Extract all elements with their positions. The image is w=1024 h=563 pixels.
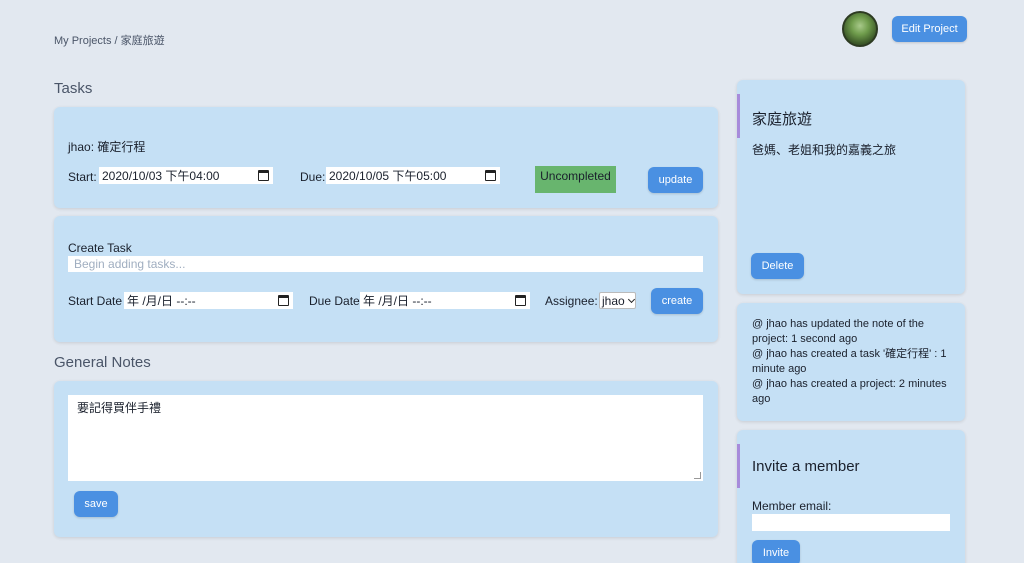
activity-item: @ jhao has created a project: 2 minutes … (752, 378, 947, 405)
due-date-value: 年 /月/日 --:-- (363, 294, 432, 308)
chevron-down-icon (627, 295, 635, 303)
project-info-card: 家庭旅遊 爸媽、老姐和我的嘉義之旅 Delete (737, 80, 965, 294)
project-description: 爸媽、老姐和我的嘉義之旅 (752, 143, 897, 157)
task-title: jhao: 確定行程 (68, 140, 146, 154)
new-task-placeholder: Begin adding tasks... (74, 257, 186, 271)
project-name: 家庭旅遊 (752, 111, 813, 128)
task-due-value: 2020/10/05 下午05:00 (329, 169, 447, 183)
member-email-input[interactable] (752, 514, 950, 531)
delete-button[interactable]: Delete (751, 253, 804, 279)
due-date-input[interactable]: 年 /月/日 --:-- (360, 292, 530, 309)
assignee-select[interactable]: jhao (599, 292, 636, 309)
task-due-input[interactable]: 2020/10/05 下午05:00 (326, 167, 500, 184)
save-button[interactable]: save (74, 491, 118, 517)
activity-item: @ jhao has created a task '確定行程' : 1 min… (752, 348, 947, 375)
create-button[interactable]: create (651, 288, 703, 314)
notes-content: 要記得買伴手禮 (77, 401, 162, 415)
calendar-icon[interactable] (278, 295, 289, 306)
task-start-value: 2020/10/03 下午04:00 (102, 169, 220, 183)
tasks-section-title: Tasks (54, 80, 93, 97)
notes-section-title: General Notes (54, 354, 151, 371)
update-button[interactable]: update (648, 167, 703, 193)
breadcrumb[interactable]: My Projects / 家庭旅遊 (54, 32, 165, 48)
member-email-label: Member email: (752, 499, 832, 513)
assignee-value: jhao (602, 293, 625, 308)
status-badge[interactable]: Uncompleted (535, 166, 616, 193)
calendar-icon[interactable] (258, 170, 269, 181)
start-date-input[interactable]: 年 /月/日 --:-- (124, 292, 293, 309)
activity-card: @ jhao has updated the note of the proje… (737, 303, 965, 421)
activity-item: @ jhao has updated the note of the proje… (752, 318, 925, 345)
start-date-value: 年 /月/日 --:-- (127, 294, 196, 308)
activity-list: @ jhao has updated the note of the proje… (752, 317, 952, 407)
accent-bar (737, 94, 740, 138)
task-start-input[interactable]: 2020/10/03 下午04:00 (99, 167, 273, 184)
resize-handle[interactable] (694, 472, 701, 479)
edit-project-button[interactable]: Edit Project (892, 16, 967, 42)
accent-bar (737, 444, 740, 488)
start-date-label: Start Date (68, 294, 123, 308)
due-date-label: Due Date (309, 294, 360, 308)
create-task-card: Create Task Begin adding tasks... Start … (54, 216, 718, 342)
invite-button[interactable]: Invite (752, 540, 800, 563)
task-due-label: Due: (300, 170, 326, 184)
invite-card: Invite a member Member email: Invite (737, 430, 965, 563)
notes-textarea[interactable]: 要記得買伴手禮 (68, 395, 703, 481)
create-task-title: Create Task (68, 241, 132, 255)
notes-card: 要記得買伴手禮 save (54, 381, 718, 537)
assignee-label: Assignee: (545, 294, 598, 308)
avatar[interactable] (842, 11, 878, 47)
calendar-icon[interactable] (485, 170, 496, 181)
task-start-label: Start: (68, 170, 97, 184)
new-task-input[interactable]: Begin adding tasks... (68, 256, 703, 272)
calendar-icon[interactable] (515, 295, 526, 306)
task-card: jhao: 確定行程 Start: 2020/10/03 下午04:00 Due… (54, 107, 718, 208)
invite-title: Invite a member (752, 458, 860, 475)
